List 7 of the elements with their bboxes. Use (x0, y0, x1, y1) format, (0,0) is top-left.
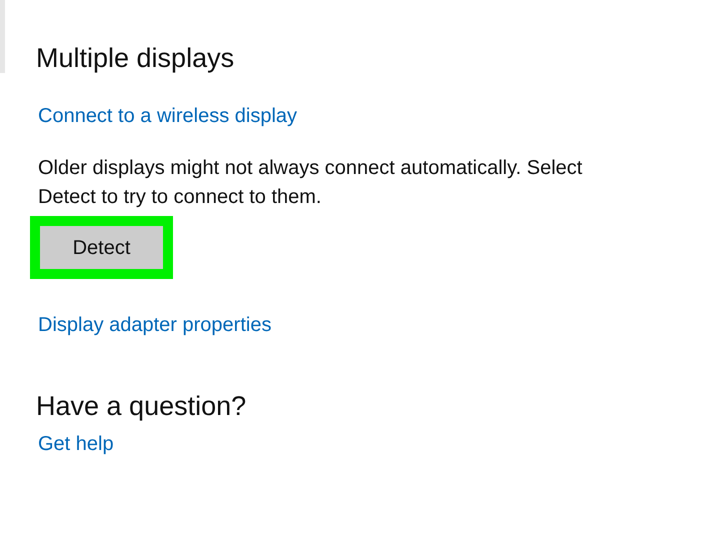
description-text: Older displays might not always connect automatically. Select Detect to try to connect to them. (38, 156, 584, 210)
wireless-display-link[interactable]: Connect to a wireless display (38, 102, 298, 130)
section-title: Multiple displays (36, 42, 234, 75)
adapter-properties-link[interactable]: Display adapter properties (38, 311, 272, 339)
help-title: Have a question? (36, 390, 246, 423)
get-help-link[interactable]: Get help (38, 430, 114, 458)
detect-button[interactable]: Detect (40, 226, 163, 269)
